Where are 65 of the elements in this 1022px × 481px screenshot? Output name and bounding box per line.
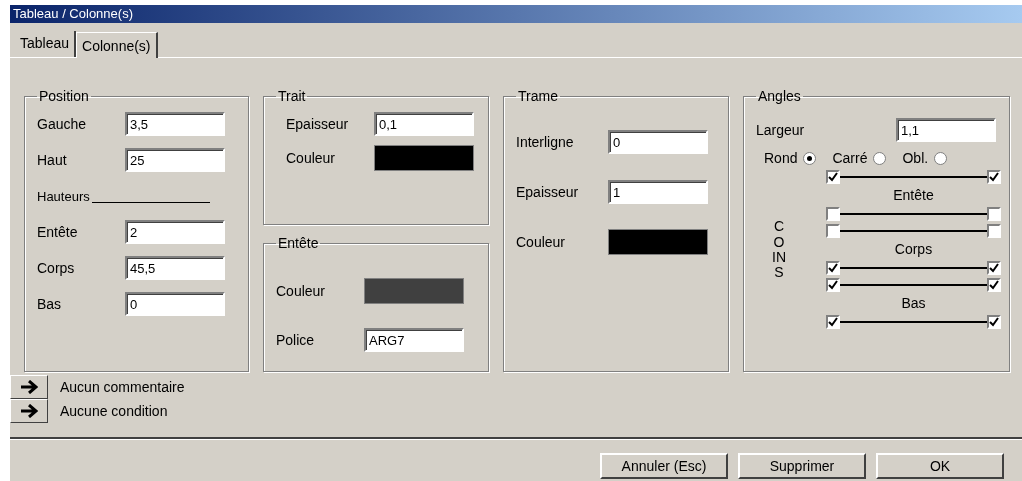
radio-label: Carré xyxy=(832,150,868,166)
field-label: Epaisseur xyxy=(286,116,350,132)
input-field[interactable]: ARG7 xyxy=(364,328,464,352)
field-label: Bas xyxy=(37,296,63,312)
input-field[interactable]: 45,5 xyxy=(125,256,225,280)
checkbox[interactable] xyxy=(987,314,1001,329)
section-label: Corps xyxy=(894,241,933,257)
field-label: Police xyxy=(276,332,316,348)
checkbox[interactable] xyxy=(826,277,840,292)
section-label: Bas xyxy=(901,295,926,311)
checkbox[interactable] xyxy=(987,277,1001,292)
corners-label: COINS xyxy=(772,219,786,281)
note-text: Aucune condition xyxy=(60,403,168,419)
color-swatch[interactable] xyxy=(364,278,464,304)
checkbox[interactable] xyxy=(826,314,840,329)
radio-button[interactable] xyxy=(803,151,817,165)
input-field[interactable]: 1,1 xyxy=(896,118,996,142)
arrow-button[interactable] xyxy=(10,375,48,399)
radio-button[interactable] xyxy=(873,151,887,165)
input-field[interactable]: 25 xyxy=(125,148,225,172)
checkbox[interactable] xyxy=(987,169,1001,184)
field-label: Couleur xyxy=(286,150,337,166)
field-label: Couleur xyxy=(276,283,327,299)
input-field[interactable]: 3,5 xyxy=(125,112,225,136)
field-label: Interligne xyxy=(516,134,575,150)
field-label: Couleur xyxy=(516,234,567,250)
input-field[interactable]: 0 xyxy=(608,130,708,154)
color-swatch[interactable] xyxy=(374,145,474,171)
input-field[interactable]: 2 xyxy=(125,220,225,244)
radio-button[interactable] xyxy=(934,151,948,165)
arrow-icon xyxy=(20,404,38,418)
arrow-button[interactable] xyxy=(10,399,48,423)
group-title: Angles xyxy=(757,88,802,104)
group-title: Trame xyxy=(517,88,559,104)
group-title: Trait xyxy=(277,88,307,104)
section-label: Entête xyxy=(893,187,934,203)
checkbox[interactable] xyxy=(826,260,840,275)
tab[interactable]: Colonne(s) xyxy=(76,32,158,58)
color-swatch[interactable] xyxy=(608,229,708,255)
window-title: Tableau / Colonne(s) xyxy=(10,5,1022,23)
checkbox[interactable] xyxy=(826,223,840,238)
input-field[interactable]: 0 xyxy=(125,292,225,316)
note-text: Aucun commentaire xyxy=(60,379,185,395)
dialog-button[interactable]: Supprimer xyxy=(738,453,866,479)
section-label: Hauteurs xyxy=(37,188,90,204)
arrow-icon xyxy=(20,380,38,394)
field-label: Epaisseur xyxy=(516,184,580,200)
field-label: Entête xyxy=(37,224,79,240)
dialog-button[interactable]: OK xyxy=(876,453,1004,479)
input-field[interactable]: 1 xyxy=(608,180,708,204)
field-label: Haut xyxy=(37,152,68,168)
checkbox[interactable] xyxy=(826,206,840,221)
dialog-button[interactable]: Annuler (Esc) xyxy=(600,453,728,479)
field-label: Gauche xyxy=(37,116,88,132)
checkbox[interactable] xyxy=(987,223,1001,238)
group-title: Entête xyxy=(277,235,320,251)
checkbox[interactable] xyxy=(987,260,1001,275)
checkbox[interactable] xyxy=(826,169,840,184)
field-label: Corps xyxy=(37,260,76,276)
radio-label: Rond xyxy=(764,150,798,166)
field-label: Largeur xyxy=(756,122,806,138)
radio-label: Obl. xyxy=(902,150,929,166)
checkbox[interactable] xyxy=(987,206,1001,221)
group-title: Position xyxy=(38,88,90,104)
input-field[interactable]: 0,1 xyxy=(374,112,474,136)
